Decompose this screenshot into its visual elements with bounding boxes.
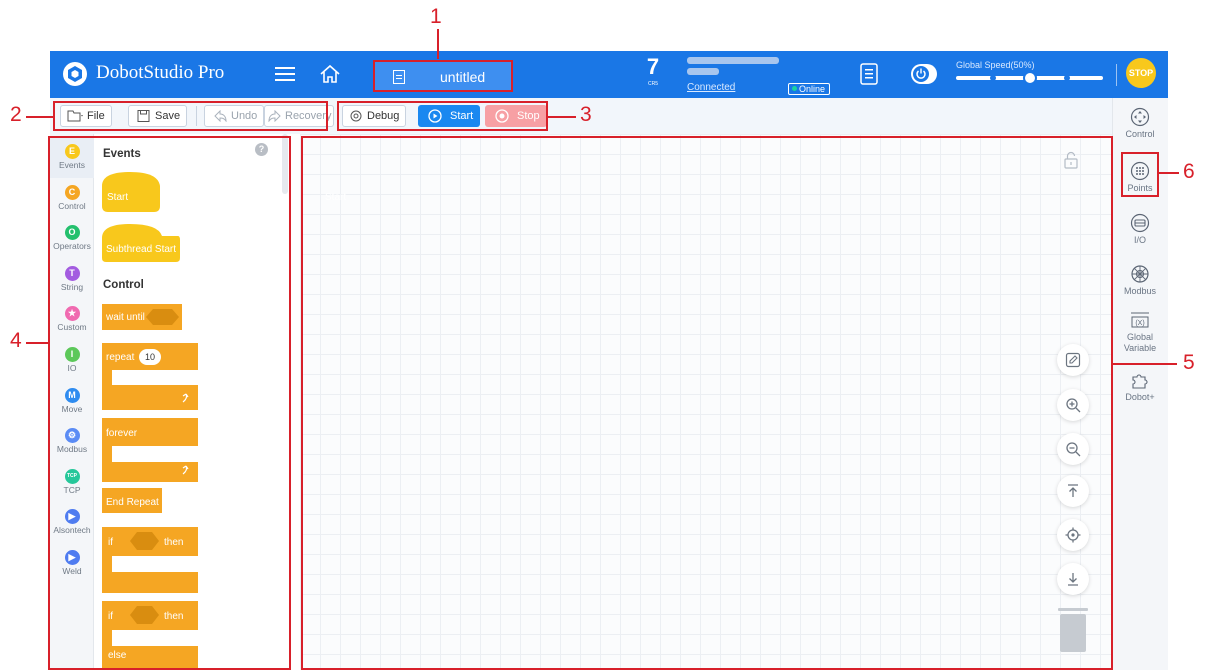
annotation-number: 5 xyxy=(1183,351,1195,374)
screenshot-root: DobotStudio Pro untitled 7 CR5 Connected… xyxy=(0,0,1208,670)
sidebar-item-label: Dobot+ xyxy=(1125,392,1155,402)
online-label: Online xyxy=(799,84,826,94)
annotation-leader xyxy=(437,29,439,59)
online-status-badge: Online xyxy=(788,83,830,95)
sidebar-item-label: Global Variable xyxy=(1123,332,1157,353)
emergency-stop-button[interactable]: STOP xyxy=(1126,58,1156,88)
annotation-leader xyxy=(26,116,53,118)
app-header: DobotStudio Pro untitled 7 CR5 Connected… xyxy=(50,51,1168,98)
annotation-leader xyxy=(1159,172,1179,174)
speed-slider-handle[interactable] xyxy=(1022,71,1037,85)
redacted-device-name xyxy=(687,57,779,64)
sidebar-item-label: I/O xyxy=(1133,235,1146,245)
variable-icon: (X) xyxy=(1131,312,1149,328)
sidebar-item-io[interactable]: I/O xyxy=(1112,213,1168,245)
robot-number: 7 xyxy=(646,54,660,79)
puzzle-icon xyxy=(1132,374,1148,389)
home-icon[interactable] xyxy=(317,61,343,87)
robot-model-label: CR5 xyxy=(647,81,658,87)
annotation-box xyxy=(301,136,1113,670)
connection-link[interactable]: Connected xyxy=(687,82,735,93)
annotation-leader xyxy=(26,342,48,344)
dobot-logo-icon xyxy=(63,62,87,86)
annotation-number: 6 xyxy=(1183,160,1195,183)
sidebar-item-label: Control xyxy=(1125,129,1155,139)
annotation-box xyxy=(373,60,513,92)
log-icon[interactable] xyxy=(860,63,878,85)
sidebar-item-dobot-plus[interactable]: Dobot+ xyxy=(1112,370,1168,402)
annotation-box xyxy=(48,136,291,670)
annotation-number: 2 xyxy=(10,103,22,126)
global-speed-label: Global Speed(50%) xyxy=(956,60,1035,70)
annotation-leader xyxy=(548,116,576,118)
menu-icon[interactable] xyxy=(272,62,298,86)
speed-tick-mark xyxy=(1064,75,1070,81)
control-icon xyxy=(1130,107,1150,127)
speed-tick-mark xyxy=(990,75,996,81)
robot-model-badge: 7 CR5 xyxy=(646,56,660,90)
annotation-number: 3 xyxy=(580,103,592,126)
annotation-number: 1 xyxy=(430,5,442,28)
app-title: DobotStudio Pro xyxy=(96,62,225,83)
online-dot-icon xyxy=(792,86,797,91)
svg-text:(X): (X) xyxy=(1135,320,1144,327)
global-speed-slider[interactable] xyxy=(956,71,1103,85)
divider xyxy=(1116,64,1117,86)
sidebar-item-label: Modbus xyxy=(1123,286,1157,296)
annotation-box xyxy=(1121,152,1159,197)
sidebar-item-control[interactable]: Control xyxy=(1112,107,1168,139)
annotation-number: 4 xyxy=(10,329,22,352)
annotation-box xyxy=(337,101,548,131)
sidebar-item-global-variable[interactable]: (X) Global Variable xyxy=(1112,310,1168,354)
io-icon xyxy=(1130,213,1150,233)
enable-toggle-icon[interactable] xyxy=(910,61,938,87)
annotation-box xyxy=(53,101,328,131)
redacted-device-ip xyxy=(687,68,719,75)
annotation-leader xyxy=(1113,363,1177,365)
sidebar-item-modbus[interactable]: Modbus xyxy=(1112,264,1168,296)
modbus-icon xyxy=(1131,265,1149,283)
